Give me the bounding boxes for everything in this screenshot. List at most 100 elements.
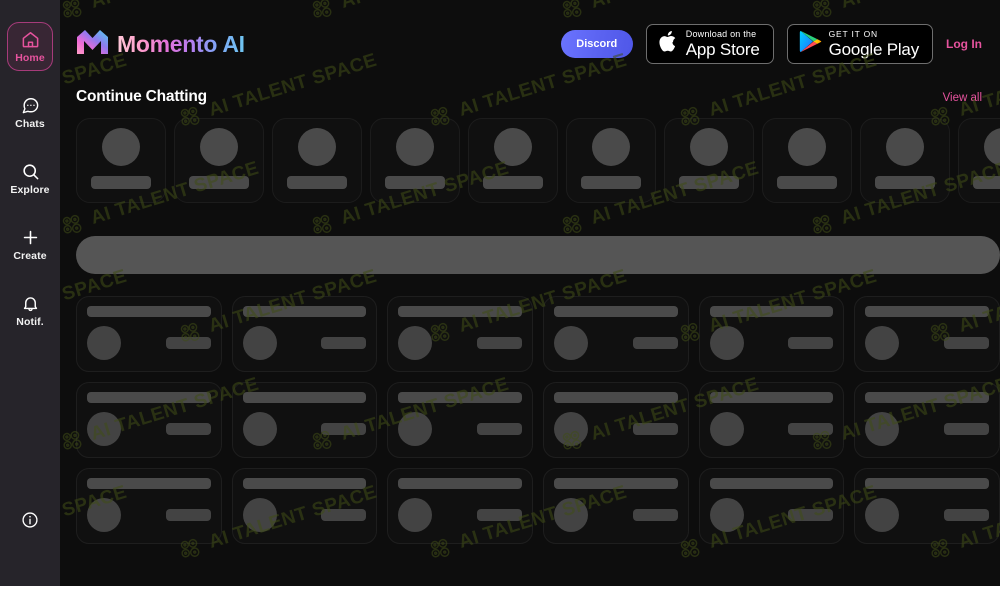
avatar-skeleton bbox=[865, 498, 900, 532]
title-skeleton bbox=[709, 306, 834, 317]
character-card-skeleton[interactable] bbox=[854, 296, 1000, 372]
card-row bbox=[398, 498, 522, 532]
card-row bbox=[242, 498, 367, 532]
avatar-skeleton bbox=[242, 412, 277, 446]
app-store-badge[interactable]: Download on the App Store bbox=[645, 24, 774, 64]
avatar-skeleton bbox=[709, 326, 744, 360]
character-card-skeleton[interactable] bbox=[543, 382, 689, 458]
character-card-skeleton[interactable] bbox=[698, 296, 845, 372]
character-card-skeleton[interactable] bbox=[698, 382, 845, 458]
sidebar-item-notifications[interactable]: Notif. bbox=[7, 286, 53, 335]
avatar-skeleton bbox=[200, 128, 238, 166]
character-card-grid bbox=[60, 296, 1000, 544]
character-card-skeleton[interactable] bbox=[698, 468, 845, 544]
sidebar-item-create[interactable]: Create bbox=[7, 220, 53, 269]
character-card-skeleton[interactable] bbox=[387, 382, 533, 458]
home-icon bbox=[21, 30, 40, 49]
avatar-skeleton bbox=[298, 128, 336, 166]
title-skeleton bbox=[554, 392, 678, 403]
card-row bbox=[865, 326, 989, 360]
sidebar-item-chats[interactable]: Chats bbox=[7, 88, 53, 137]
avatar-skeleton bbox=[87, 498, 121, 532]
meta-skeleton bbox=[477, 509, 522, 521]
continue-chatting-card-skeleton[interactable] bbox=[958, 118, 1000, 203]
google-play-icon bbox=[799, 29, 822, 59]
name-skeleton bbox=[483, 176, 543, 189]
meta-skeleton bbox=[944, 509, 989, 521]
brand-logo[interactable]: Momento AI bbox=[76, 29, 245, 60]
google-play-badge[interactable]: GET IT ON Google Play bbox=[786, 24, 933, 64]
login-button[interactable]: Log In bbox=[946, 37, 982, 51]
avatar-skeleton bbox=[554, 498, 588, 532]
meta-skeleton bbox=[165, 337, 211, 349]
sidebar: Home Chats Explore Create Notif. bbox=[0, 0, 60, 586]
continue-chatting-list[interactable] bbox=[60, 118, 1000, 203]
meta-skeleton bbox=[321, 337, 367, 349]
character-card-skeleton[interactable] bbox=[231, 296, 378, 372]
character-card-skeleton[interactable] bbox=[387, 468, 533, 544]
sidebar-item-label: Chats bbox=[15, 118, 45, 130]
app-store-small-text: Download on the bbox=[685, 29, 757, 39]
character-card-skeleton[interactable] bbox=[231, 382, 378, 458]
meta-skeleton bbox=[165, 509, 211, 521]
title-skeleton bbox=[398, 306, 522, 317]
character-card-skeleton[interactable] bbox=[543, 296, 689, 372]
meta-skeleton bbox=[788, 509, 834, 521]
character-card-skeleton[interactable] bbox=[854, 382, 1000, 458]
character-card-skeleton[interactable] bbox=[76, 468, 222, 544]
title-skeleton bbox=[709, 478, 834, 489]
continue-chatting-card-skeleton[interactable] bbox=[566, 118, 656, 203]
app-store-labels: Download on the App Store bbox=[685, 29, 760, 59]
name-skeleton bbox=[91, 176, 151, 189]
discord-button[interactable]: Discord bbox=[560, 30, 633, 58]
avatar-skeleton bbox=[865, 326, 900, 360]
character-card-skeleton[interactable] bbox=[387, 296, 533, 372]
plus-icon bbox=[21, 228, 40, 247]
character-card-skeleton[interactable] bbox=[76, 296, 222, 372]
continue-chatting-card-skeleton[interactable] bbox=[174, 118, 264, 203]
character-card-skeleton[interactable] bbox=[231, 468, 378, 544]
info-button[interactable] bbox=[21, 511, 39, 534]
topbar: Momento AI Discord Download on the App S… bbox=[60, 0, 1000, 88]
avatar-skeleton bbox=[709, 498, 744, 532]
name-skeleton bbox=[287, 176, 347, 189]
sidebar-item-home[interactable]: Home bbox=[7, 22, 53, 71]
continue-chatting-card-skeleton[interactable] bbox=[762, 118, 852, 203]
page-title: Continue Chatting bbox=[76, 88, 207, 105]
sidebar-item-explore[interactable]: Explore bbox=[7, 154, 53, 203]
character-card-skeleton[interactable] bbox=[76, 382, 222, 458]
continue-chatting-card-skeleton[interactable] bbox=[370, 118, 460, 203]
google-play-small-text: GET IT ON bbox=[828, 29, 878, 40]
title-skeleton bbox=[554, 478, 678, 489]
banner-skeleton bbox=[76, 236, 1000, 274]
character-card-skeleton[interactable] bbox=[854, 468, 1000, 544]
brand-name: Momento AI bbox=[117, 30, 245, 57]
topbar-actions: Discord Download on the App Store GET IT… bbox=[560, 24, 982, 64]
continue-chatting-card-skeleton[interactable] bbox=[76, 118, 166, 203]
continue-chatting-card-skeleton[interactable] bbox=[664, 118, 754, 203]
character-card-skeleton[interactable] bbox=[543, 468, 689, 544]
avatar-skeleton bbox=[102, 128, 140, 166]
title-skeleton bbox=[865, 478, 989, 489]
avatar-skeleton bbox=[886, 128, 924, 166]
title-skeleton bbox=[87, 392, 211, 403]
chat-bubble-icon bbox=[21, 96, 40, 115]
continue-chatting-card-skeleton[interactable] bbox=[468, 118, 558, 203]
app-store-big-text: App Store bbox=[685, 40, 760, 59]
page-bottom-fill bbox=[0, 586, 1000, 600]
bell-icon bbox=[21, 294, 40, 313]
card-row bbox=[709, 326, 834, 360]
card-row bbox=[87, 326, 211, 360]
view-all-link[interactable]: View all bbox=[943, 92, 982, 104]
avatar-skeleton bbox=[494, 128, 532, 166]
meta-skeleton bbox=[321, 509, 367, 521]
sidebar-item-label: Home bbox=[15, 52, 45, 64]
name-skeleton bbox=[385, 176, 445, 189]
card-row bbox=[554, 326, 678, 360]
title-skeleton bbox=[709, 392, 834, 403]
title-skeleton bbox=[398, 478, 522, 489]
continue-chatting-card-skeleton[interactable] bbox=[272, 118, 362, 203]
name-skeleton bbox=[581, 176, 641, 189]
continue-chatting-card-skeleton[interactable] bbox=[860, 118, 950, 203]
meta-skeleton bbox=[944, 337, 989, 349]
